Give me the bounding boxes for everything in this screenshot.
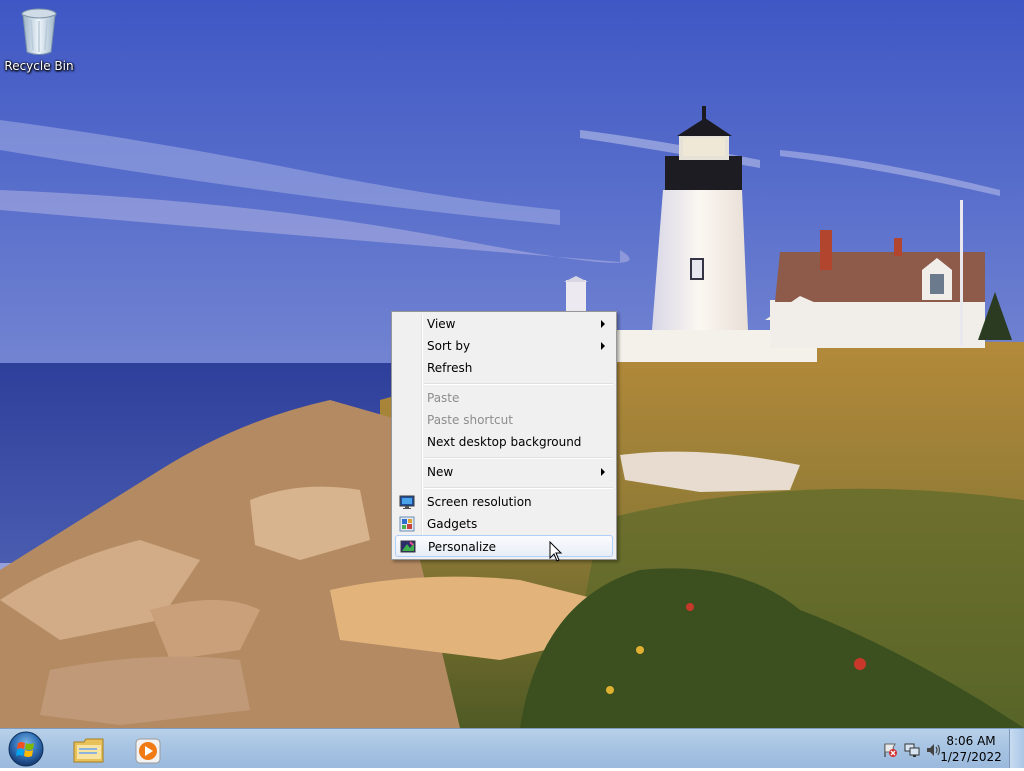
menu-item-label: Paste shortcut <box>427 413 513 427</box>
submenu-arrow-icon <box>601 320 605 328</box>
folder-icon <box>73 738 104 763</box>
recycle-bin-shortcut[interactable]: Recycle Bin <box>4 6 74 74</box>
menu-item-label: Screen resolution <box>427 495 532 509</box>
recycle-bin-icon <box>21 8 57 55</box>
taskbar-media-player-button[interactable] <box>119 731 177 767</box>
menu-item-sort-by[interactable]: Sort by <box>395 335 613 357</box>
submenu-arrow-icon <box>601 342 605 350</box>
menu-item-label: Sort by <box>427 339 471 353</box>
menu-separator <box>424 487 613 489</box>
menu-item-personalize[interactable]: Personalize <box>395 535 613 557</box>
menu-item-label: Personalize <box>428 540 497 554</box>
menu-item-paste-shortcut[interactable]: Paste shortcut <box>395 409 613 431</box>
show-desktop-button[interactable] <box>1009 729 1024 768</box>
menu-item-gadgets[interactable]: Gadgets <box>395 513 613 535</box>
screen-resolution-icon <box>399 495 415 509</box>
mouse-cursor-icon <box>549 541 563 562</box>
menu-item-label: New <box>427 465 454 479</box>
menu-item-new[interactable]: New <box>395 461 613 483</box>
menu-item-label: Gadgets <box>427 517 478 531</box>
clock-time: 8:06 AM <box>946 734 996 748</box>
desktop[interactable]: Recycle Bin View Sort by Refresh Paste P… <box>0 0 1024 728</box>
menu-separator <box>424 383 613 385</box>
menu-item-paste[interactable]: Paste <box>395 387 613 409</box>
menu-item-next-desktop-background[interactable]: Next desktop background <box>395 431 613 453</box>
menu-item-refresh[interactable]: Refresh <box>395 357 613 379</box>
clock-date: 1/27/2022 <box>940 750 1002 764</box>
taskbar: 8:06 AM 1/27/2022 <box>0 728 1024 768</box>
start-button[interactable] <box>6 730 46 768</box>
network-icon[interactable] <box>904 742 920 758</box>
menu-item-label: Next desktop background <box>427 435 582 449</box>
menu-separator <box>424 457 613 459</box>
gadgets-icon <box>399 516 415 532</box>
notification-area: 8:06 AM 1/27/2022 <box>854 729 1024 769</box>
taskbar-clock[interactable]: 8:06 AM 1/27/2022 <box>940 733 1002 765</box>
menu-item-view[interactable]: View <box>395 313 613 335</box>
taskbar-explorer-button[interactable] <box>61 731 119 767</box>
personalize-icon <box>400 540 416 553</box>
menu-item-screen-resolution[interactable]: Screen resolution <box>395 491 613 513</box>
recycle-bin-label: Recycle Bin <box>4 59 74 73</box>
menu-item-label: Refresh <box>427 361 473 375</box>
submenu-arrow-icon <box>601 468 605 476</box>
menu-item-label: Paste <box>427 391 460 405</box>
windows-orb-icon <box>8 731 44 767</box>
desktop-context-menu: View Sort by Refresh Paste Paste shortcu… <box>391 311 617 560</box>
media-player-icon <box>135 738 161 764</box>
menu-item-label: View <box>427 317 456 331</box>
action-center-icon[interactable] <box>882 742 898 758</box>
